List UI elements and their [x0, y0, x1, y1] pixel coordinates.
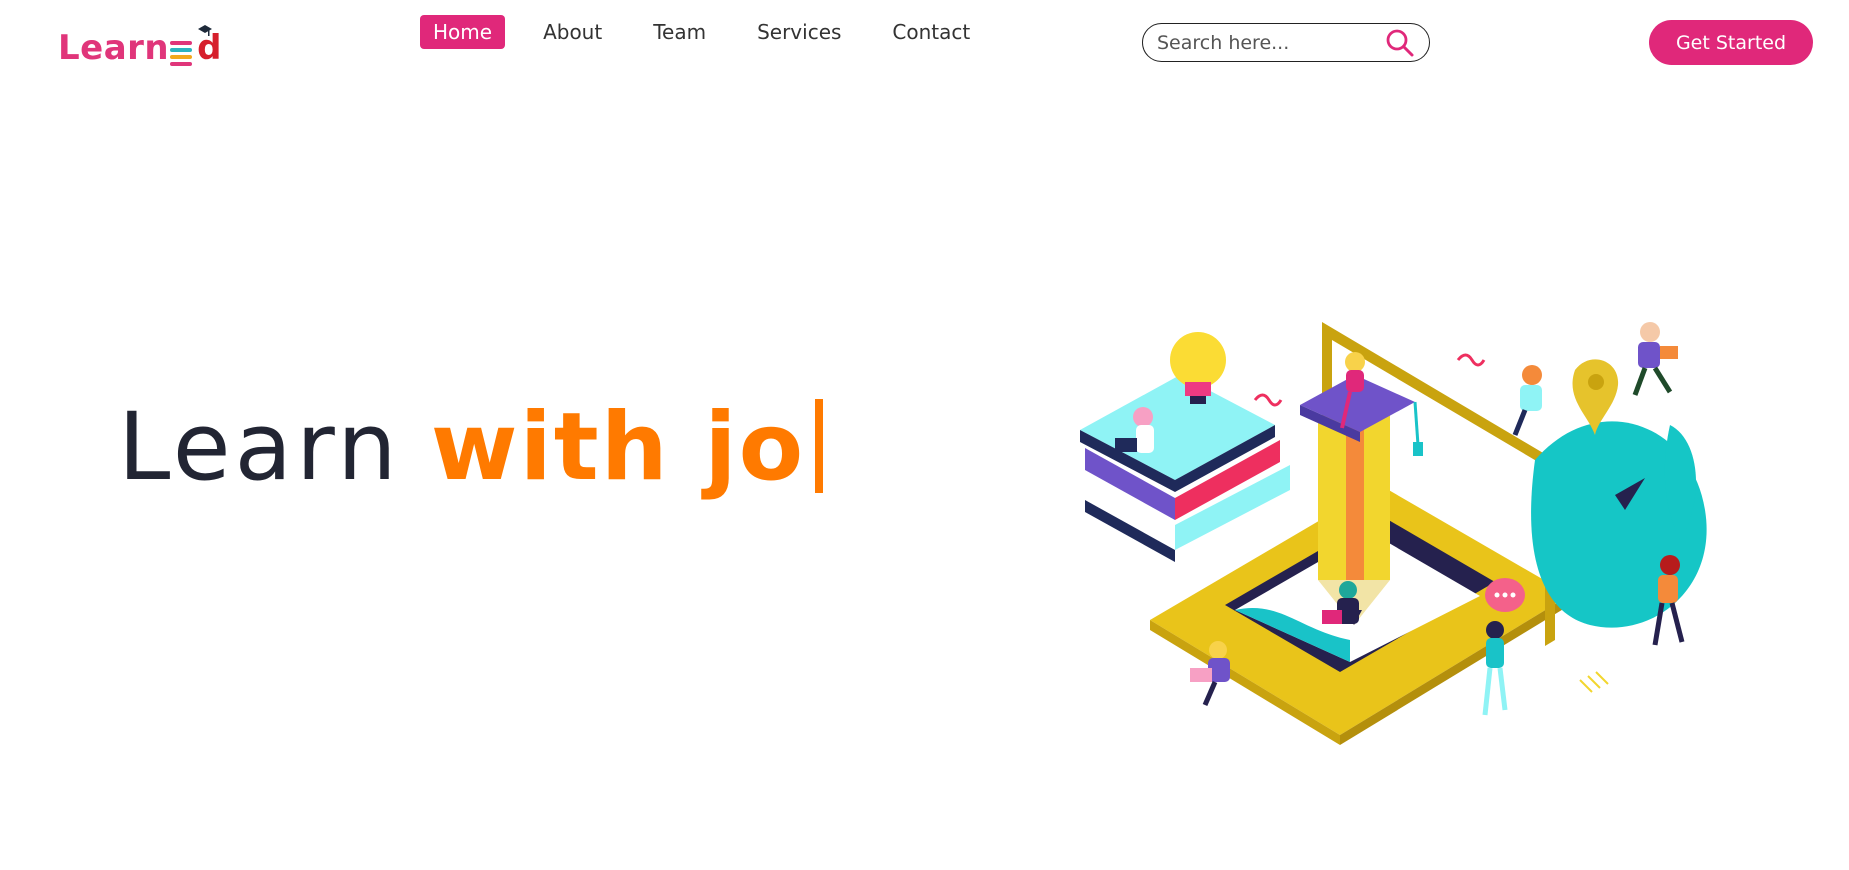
brand-logo[interactable]: Learn d [58, 22, 221, 68]
nav-item-contact[interactable]: Contact [879, 15, 983, 49]
nav-item-about[interactable]: About [530, 15, 615, 49]
logo-text: Learn [58, 28, 170, 68]
search-input[interactable] [1157, 31, 1377, 54]
search-box [1142, 23, 1430, 62]
get-started-button[interactable]: Get Started [1649, 20, 1813, 65]
search-icon[interactable] [1385, 28, 1415, 58]
hero-typed-text: with jo [430, 393, 806, 502]
main-nav: Home About Team Services Contact [420, 15, 1008, 49]
navbar: Learn d Home About Team Services Contact… [0, 0, 1849, 90]
logo-books-icon [170, 38, 196, 66]
graduation-cap-icon [198, 25, 212, 36]
nav-item-team[interactable]: Team [640, 15, 719, 49]
hero-headline: Learn with jo [118, 385, 824, 502]
nav-item-services[interactable]: Services [744, 15, 854, 49]
hero-static-text: Learn [118, 393, 401, 502]
typing-caret [815, 399, 824, 493]
education-illustration [1080, 322, 1707, 745]
nav-item-home[interactable]: Home [420, 15, 506, 49]
